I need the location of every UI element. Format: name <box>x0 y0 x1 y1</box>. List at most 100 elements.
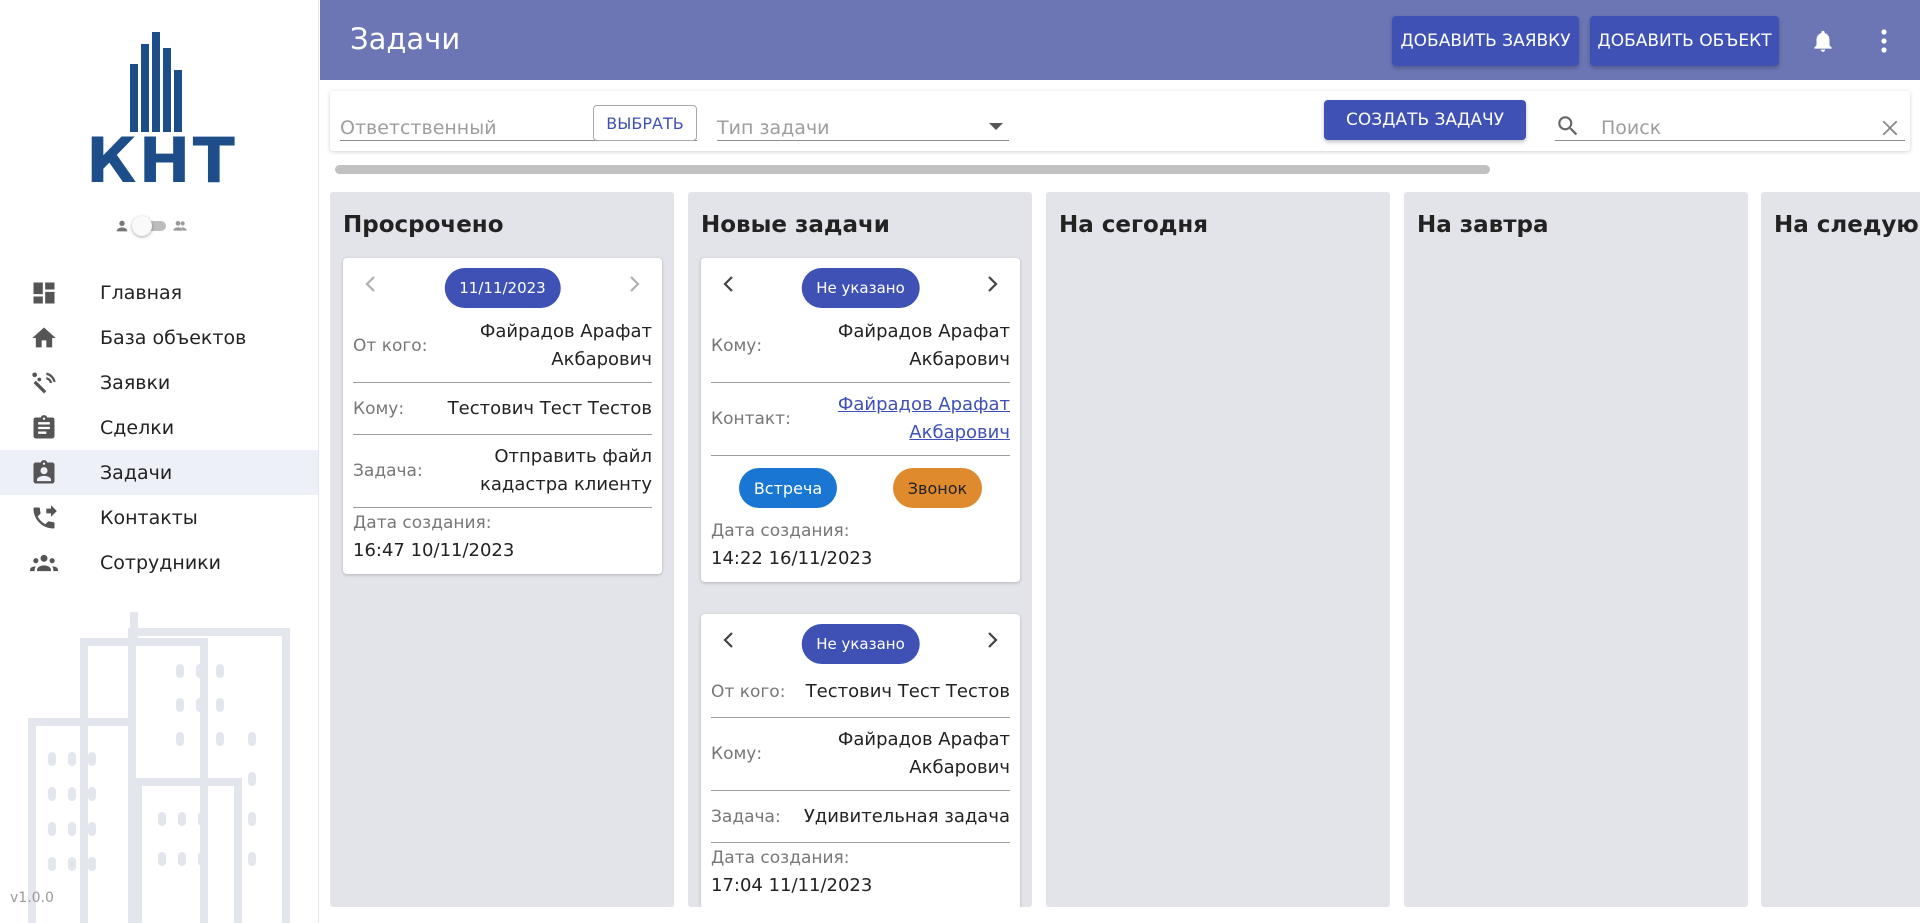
card-date-nav: 11/11/2023 <box>343 258 662 310</box>
column-new-tasks: Новые задачи Не указано Кому: Файрадов А… <box>688 192 1032 907</box>
card-row-contact: Контакт: Файрадов Арафат Акбарович <box>711 383 1010 456</box>
create-task-button[interactable]: СОЗДАТЬ ЗАДАЧУ <box>1324 100 1526 140</box>
to-value: Файрадов Арафат Акбарович <box>837 321 1010 370</box>
due-date-badge[interactable]: Не указано <box>801 624 920 664</box>
add-request-button[interactable]: ДОБАВИТЬ ЗАЯВКУ <box>1392 16 1579 66</box>
created-label: Дата создания: <box>353 513 492 533</box>
task-card[interactable]: Не указано Кому: Файрадов Арафат Акбаров… <box>701 258 1020 582</box>
chevron-right-icon[interactable] <box>984 275 1000 293</box>
contact-link[interactable]: Файрадов Арафат Акбарович <box>795 391 1010 447</box>
to-label: Кому: <box>353 398 405 419</box>
column-title: На следующ <box>1774 212 1920 238</box>
task-board: Просрочено 11/11/2023 От кого: Файрадов … <box>320 180 1920 923</box>
created-label: Дата создания: <box>711 521 850 541</box>
chevron-left-icon[interactable] <box>721 275 737 293</box>
column-tomorrow: На завтра <box>1404 192 1748 907</box>
sidebar-item-home[interactable]: Главная <box>0 270 318 315</box>
card-date-nav: Не указано <box>701 614 1020 666</box>
meeting-tag[interactable]: Встреча <box>738 468 838 508</box>
group-icon <box>30 554 58 571</box>
from-value: Тестович Тест Тестов <box>805 680 1010 702</box>
task-card[interactable]: Не указано От кого: Тестович Тест Тестов… <box>701 614 1020 907</box>
search-icon <box>1558 116 1578 136</box>
column-title: Новые задачи <box>701 212 890 238</box>
sidebar-item-tasks[interactable]: Задачи <box>0 450 318 495</box>
task-filter-bar: Ответственный ВЫБРАТЬ Тип задачи СОЗДАТЬ… <box>330 91 1910 151</box>
search-input[interactable]: Поиск <box>1601 117 1661 139</box>
responsible-field[interactable]: Ответственный ВЫБРАТЬ <box>340 99 697 141</box>
buildings-illustration <box>28 612 290 923</box>
card-row-to: Кому: Тестович Тест Тестов <box>353 383 652 435</box>
card-date-nav: Не указано <box>701 258 1020 310</box>
sidebar-item-label: Задачи <box>100 461 173 484</box>
add-object-button[interactable]: ДОБАВИТЬ ОБЪЕКТ <box>1590 16 1779 66</box>
column-overdue: Просрочено 11/11/2023 От кого: Файрадов … <box>330 192 674 907</box>
created-value: 14:22 16/11/2023 <box>711 548 873 569</box>
from-label: От кого: <box>711 681 786 702</box>
chevron-left-icon[interactable] <box>721 631 737 649</box>
to-value: Тестович Тест Тестов <box>447 397 652 419</box>
more-vert-icon[interactable] <box>1880 28 1888 54</box>
scrollbar-thumb[interactable] <box>335 165 1490 174</box>
column-title: На завтра <box>1417 212 1549 238</box>
card-row-from: От кого: Файрадов Арафат Акбарович <box>353 310 652 383</box>
column-title: Просрочено <box>343 212 504 238</box>
clipboard-icon <box>33 414 55 438</box>
task-type-placeholder: Тип задачи <box>717 117 830 139</box>
to-label: Кому: <box>711 336 763 356</box>
app-version: v1.0.0 <box>10 890 54 906</box>
task-label: Задача: <box>711 806 781 827</box>
due-date-badge[interactable]: Не указано <box>801 268 920 308</box>
card-created: Дата создания: 16:47 10/11/2023 <box>353 508 652 574</box>
card-row-task: Задача: Удивительная задача <box>711 791 1010 843</box>
column-title: На сегодня <box>1059 212 1209 238</box>
sidebar-item-contacts[interactable]: Контакты <box>0 495 318 540</box>
chevron-right-icon[interactable] <box>984 631 1000 649</box>
sidebar-item-label: База объектов <box>100 326 247 349</box>
close-icon[interactable] <box>1881 119 1899 137</box>
card-row-to: Кому: Файрадов Арафат Акбарович <box>711 718 1010 791</box>
created-label: Дата создания: <box>711 848 850 868</box>
view-mode-toggle[interactable] <box>114 216 210 236</box>
person-icon <box>116 220 128 232</box>
task-type-select[interactable]: Тип задачи <box>717 99 1009 141</box>
assignment-ind-icon <box>33 459 55 483</box>
created-value: 16:47 10/11/2023 <box>353 540 515 561</box>
created-value: 17:04 11/11/2023 <box>711 875 873 896</box>
due-date-badge[interactable]: 11/11/2023 <box>444 268 561 308</box>
card-created: Дата создания: 14:22 16/11/2023 <box>711 516 1010 582</box>
group-person-icon <box>173 221 187 231</box>
sidebar-item-label: Сотрудники <box>100 551 221 574</box>
horizontal-scrollbar[interactable] <box>330 160 1910 180</box>
sidebar-item-objects[interactable]: База объектов <box>0 315 318 360</box>
chevron-left-icon[interactable] <box>363 275 379 293</box>
to-value: Файрадов Арафат Акбарович <box>837 729 1010 778</box>
phone-forwarded-icon <box>33 504 57 528</box>
task-value: Удивительная задача <box>803 805 1010 827</box>
column-next: На следующ <box>1761 192 1920 907</box>
task-value: Отправить файл кадастра клиенту <box>480 446 652 495</box>
sidebar-item-deals[interactable]: Сделки <box>0 405 318 450</box>
chevron-right-icon[interactable] <box>626 275 642 293</box>
contact-label: Контакт: <box>711 409 791 429</box>
notifications-bell-icon[interactable] <box>1810 27 1836 55</box>
top-app-bar: Задачи ДОБАВИТЬ ЗАЯВКУ ДОБАВИТЬ ОБЪЕКТ <box>320 0 1920 80</box>
from-label: От кого: <box>353 336 428 356</box>
sidebar-item-label: Главная <box>100 281 183 304</box>
home-icon <box>32 327 56 347</box>
card-row-from: От кого: Тестович Тест Тестов <box>711 666 1010 718</box>
sidebar-item-requests[interactable]: Заявки <box>0 360 318 405</box>
card-row-to: Кому: Файрадов Арафат Акбарович <box>711 310 1010 383</box>
search-field[interactable]: Поиск <box>1555 99 1905 141</box>
toggle-switch[interactable] <box>132 216 166 236</box>
card-created: Дата создания: 17:04 11/11/2023 <box>711 843 1010 907</box>
sidebar-item-label: Сделки <box>100 416 175 439</box>
sidebar-item-employees[interactable]: Сотрудники <box>0 540 318 585</box>
page-title: Задачи <box>350 22 461 56</box>
column-today: На сегодня <box>1046 192 1390 907</box>
toggle-knob <box>132 216 152 236</box>
dashboard-icon <box>33 282 55 303</box>
task-card[interactable]: 11/11/2023 От кого: Файрадов Арафат Акба… <box>343 258 662 574</box>
call-tag[interactable]: Звонок <box>892 468 983 508</box>
select-responsible-button[interactable]: ВЫБРАТЬ <box>593 105 697 141</box>
